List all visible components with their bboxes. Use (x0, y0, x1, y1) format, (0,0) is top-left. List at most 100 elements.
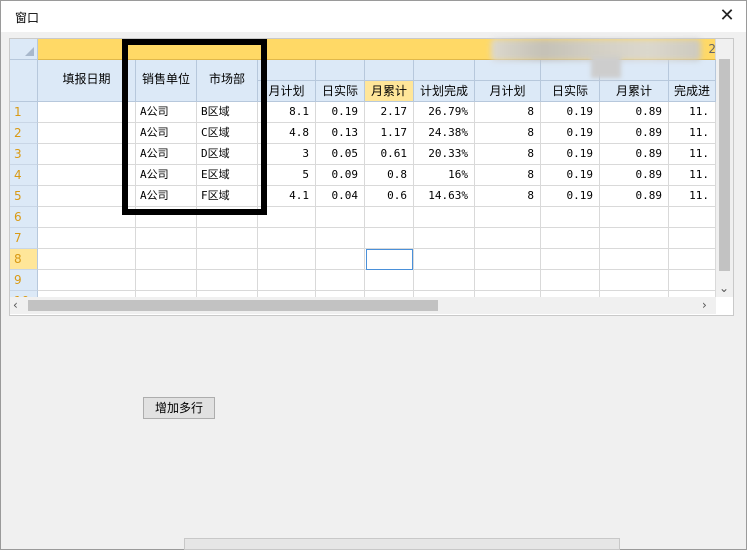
close-icon[interactable]: ✕ (714, 4, 740, 28)
grid-cell[interactable] (600, 207, 669, 228)
grid-cell[interactable]: 26.79% (414, 102, 475, 123)
grid-cell[interactable] (414, 270, 475, 291)
grid-cell[interactable] (258, 228, 316, 249)
grid-cell[interactable]: 0.89 (600, 123, 669, 144)
grid-cell[interactable] (316, 207, 365, 228)
grid-cell[interactable]: 0.19 (316, 102, 365, 123)
column-header[interactable]: 计划完成 (414, 81, 475, 102)
grid-cell[interactable] (475, 207, 541, 228)
add-rows-button[interactable]: 增加多行 (143, 397, 215, 419)
grid-cell[interactable] (38, 228, 136, 249)
grid-cell[interactable] (414, 249, 475, 270)
grid-cell[interactable] (136, 228, 197, 249)
vertical-scrollbar[interactable]: ⌄ (716, 39, 733, 297)
column-group-header[interactable] (414, 60, 475, 81)
grid-cell[interactable]: 0.89 (600, 186, 669, 207)
column-header[interactable]: 完成进 (669, 81, 716, 102)
grid-cell[interactable] (669, 228, 716, 249)
grid-cell[interactable] (541, 207, 600, 228)
grid-cell[interactable] (414, 228, 475, 249)
grid-cell[interactable]: 0.04 (316, 186, 365, 207)
grid-cell[interactable]: 0.19 (541, 186, 600, 207)
row-number[interactable]: 5 (10, 186, 38, 207)
grid-cell[interactable]: 0.19 (541, 123, 600, 144)
grid-cell[interactable]: 20.33% (414, 144, 475, 165)
row-number[interactable]: 9 (10, 270, 38, 291)
grid-cell[interactable] (316, 249, 365, 270)
grid-cell[interactable]: 16% (414, 165, 475, 186)
grid-cell[interactable]: 0.6 (365, 186, 414, 207)
grid-cell[interactable] (197, 228, 258, 249)
grid-cell[interactable]: 8 (475, 144, 541, 165)
grid-cell[interactable]: 11. (669, 102, 716, 123)
grid-cell[interactable]: 0.89 (600, 144, 669, 165)
row-number[interactable]: 6 (10, 207, 38, 228)
corner-select-all[interactable] (10, 39, 38, 60)
grid-cell[interactable] (600, 249, 669, 270)
grid-cell[interactable]: 0.19 (541, 144, 600, 165)
grid-cell[interactable]: 0.13 (316, 123, 365, 144)
column-group-header[interactable] (669, 60, 716, 81)
grid-cell[interactable]: 0.8 (365, 165, 414, 186)
grid-cell[interactable] (541, 249, 600, 270)
grid-cell[interactable]: 11. (669, 165, 716, 186)
grid-cell[interactable]: 0.89 (600, 165, 669, 186)
grid-cell[interactable] (258, 270, 316, 291)
grid-cell[interactable] (669, 207, 716, 228)
grid-cell[interactable]: 0.05 (316, 144, 365, 165)
grid-cell[interactable]: 0.19 (541, 165, 600, 186)
grid-cell[interactable] (136, 270, 197, 291)
grid-cell[interactable] (38, 249, 136, 270)
scroll-down-arrow-icon[interactable]: ⌄ (719, 281, 729, 295)
row-number[interactable]: 2 (10, 123, 38, 144)
grid-cell[interactable] (316, 270, 365, 291)
grid-cell[interactable]: 14.63% (414, 186, 475, 207)
grid-cell[interactable] (475, 249, 541, 270)
column-header[interactable]: 日实际 (316, 81, 365, 102)
grid-cell[interactable]: 11. (669, 123, 716, 144)
horizontal-scroll-thumb[interactable] (28, 300, 438, 311)
row-number[interactable]: 8 (10, 249, 38, 270)
row-number[interactable]: 3 (10, 144, 38, 165)
row-header-corner[interactable] (10, 60, 38, 102)
grid-cell[interactable] (136, 249, 197, 270)
grid-cell[interactable]: 8 (475, 165, 541, 186)
grid-cell[interactable] (258, 249, 316, 270)
grid-cell[interactable]: 0.19 (541, 102, 600, 123)
grid-cell[interactable]: 24.38% (414, 123, 475, 144)
column-group-header[interactable] (365, 60, 414, 81)
scroll-left-arrow-icon[interactable]: ‹ (13, 298, 18, 312)
horizontal-scrollbar[interactable]: ‹ › (10, 297, 716, 314)
grid-cell[interactable]: 11. (669, 144, 716, 165)
grid-cell[interactable] (541, 270, 600, 291)
grid-cell[interactable] (365, 270, 414, 291)
grid-cell[interactable] (669, 270, 716, 291)
grid-cell[interactable] (669, 249, 716, 270)
grid-cell[interactable]: 8 (475, 102, 541, 123)
grid-cell[interactable]: 8 (475, 123, 541, 144)
scroll-right-arrow-icon[interactable]: › (702, 298, 707, 312)
selected-cell[interactable] (366, 249, 413, 270)
column-group-header[interactable] (475, 60, 541, 81)
grid-cell[interactable]: 0.61 (365, 144, 414, 165)
grid-cell[interactable] (475, 270, 541, 291)
grid-cell[interactable] (365, 228, 414, 249)
spreadsheet-grid[interactable]: 2 填报日期 销售单位 市场部 月计划 日实际 月累计 计划完成 月计划 日实际 月累计 完成进 1 A公… (9, 38, 734, 316)
row-number[interactable]: 4 (10, 165, 38, 186)
grid-cell[interactable]: 8 (475, 186, 541, 207)
column-header[interactable]: 月累计 (365, 81, 414, 102)
column-group-header[interactable] (316, 60, 365, 81)
grid-cell[interactable] (600, 228, 669, 249)
grid-cell[interactable] (197, 249, 258, 270)
row-number[interactable]: 1 (10, 102, 38, 123)
grid-cell[interactable] (541, 228, 600, 249)
grid-cell[interactable] (38, 270, 136, 291)
grid-cell[interactable] (365, 207, 414, 228)
vertical-scroll-thumb[interactable] (719, 59, 730, 271)
grid-cell[interactable] (600, 270, 669, 291)
grid-cell[interactable]: 0.89 (600, 102, 669, 123)
grid-cell[interactable]: 11. (669, 186, 716, 207)
column-header[interactable]: 月计划 (475, 81, 541, 102)
grid-cell[interactable] (475, 228, 541, 249)
grid-cell[interactable] (197, 270, 258, 291)
